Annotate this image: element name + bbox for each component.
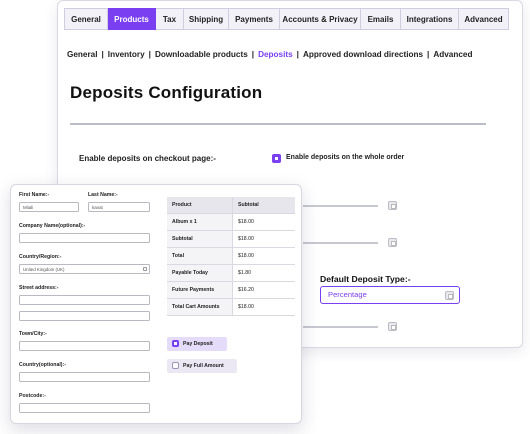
- last-name-label: Last Name:-: [88, 192, 118, 198]
- select-icon: [445, 291, 454, 300]
- pay-deposit-label: Pay Deposit: [183, 341, 213, 347]
- tab-shipping[interactable]: Shipping: [184, 8, 229, 30]
- row-label: Album x 1: [167, 213, 233, 231]
- tab-advanced[interactable]: Advanced: [459, 8, 509, 30]
- town-city-label: Town/City:-: [19, 331, 47, 337]
- order-summary-table: Product Subtotal Album x 1 $18.00 Subtot…: [167, 197, 295, 316]
- country-label: Country/Region:-: [19, 254, 62, 260]
- checkout-card: First Name:- Last Name:- Mitali kanat Co…: [10, 184, 302, 424]
- subnav-advanced[interactable]: Advanced: [433, 50, 472, 59]
- row-label: Future Payments: [167, 281, 233, 299]
- country-select[interactable]: United Kingdom (UK): [19, 264, 150, 274]
- setting-slider-1[interactable]: [303, 205, 378, 207]
- setting-slider-3[interactable]: [303, 326, 378, 328]
- table-header-row: Product Subtotal: [167, 197, 295, 214]
- street-address-label: Street address:-: [19, 285, 59, 291]
- street-address-field-2[interactable]: [19, 311, 150, 321]
- pay-deposit-button[interactable]: Pay Deposit: [167, 337, 227, 351]
- town-city-field[interactable]: [19, 341, 150, 351]
- postcode-field[interactable]: [19, 403, 150, 413]
- tab-general[interactable]: General: [64, 8, 108, 30]
- street-address-field-1[interactable]: [19, 295, 150, 305]
- enable-deposits-text: Enable deposits on the whole order: [286, 154, 405, 161]
- row-label: Total Cart Amounts: [167, 298, 233, 316]
- checkbox-checked-icon: [172, 340, 179, 347]
- setting-toggle-1[interactable]: [388, 201, 397, 210]
- tab-tax[interactable]: Tax: [156, 8, 184, 30]
- tab-products[interactable]: Products: [108, 8, 156, 30]
- country-value: United Kingdom (UK): [23, 267, 65, 272]
- setting-slider-2[interactable]: [303, 242, 378, 244]
- title-divider: [70, 123, 486, 125]
- subnav: General | Inventory | Downloadable products |…: [67, 50, 473, 59]
- setting-toggle-2[interactable]: [388, 238, 397, 247]
- main-tabs: General Products Tax Shipping Payments A…: [64, 8, 509, 30]
- enable-deposits-label: Enable deposits on checkout page:-: [79, 154, 216, 163]
- subnav-approved-download-directions[interactable]: Approved download directions: [303, 50, 423, 59]
- subnav-deposits[interactable]: Deposits: [258, 50, 293, 59]
- county-field[interactable]: [19, 372, 150, 382]
- tab-accounts-privacy[interactable]: Accounts & Privacy: [280, 8, 361, 30]
- pay-full-amount-button[interactable]: Pay Full Amount: [167, 359, 237, 373]
- row-value: $16.20: [232, 281, 295, 299]
- row-label: Subtotal: [167, 230, 233, 248]
- first-name-field[interactable]: Mitali: [19, 202, 79, 212]
- table-row: Future Payments $16.20: [167, 281, 295, 299]
- row-value: $1.80: [232, 264, 295, 282]
- row-label: Total: [167, 247, 233, 265]
- row-value: $18.00: [232, 230, 295, 248]
- postcode-label: Postcode:-: [19, 393, 46, 399]
- tab-emails[interactable]: Emails: [361, 8, 401, 30]
- last-name-field[interactable]: kanat: [88, 202, 150, 212]
- pay-full-amount-label: Pay Full Amount: [183, 363, 224, 369]
- default-deposit-type-label: Default Deposit Type:-: [320, 274, 411, 284]
- setting-toggle-3[interactable]: [388, 322, 397, 331]
- table-row: Total $18.00: [167, 247, 295, 265]
- tab-payments[interactable]: Payments: [229, 8, 280, 30]
- column-header-product: Product: [167, 197, 233, 214]
- company-name-label: Company Name(optional):-: [19, 223, 86, 229]
- subnav-general[interactable]: General: [67, 50, 98, 59]
- county-label: Country(optional):-: [19, 362, 66, 368]
- company-name-field[interactable]: [19, 233, 150, 243]
- tab-integrations[interactable]: Integrations: [401, 8, 459, 30]
- subnav-downloadable-products[interactable]: Downloadable products: [155, 50, 248, 59]
- row-value: $18.00: [232, 298, 295, 316]
- column-header-subtotal: Subtotal: [232, 197, 295, 214]
- default-deposit-type-select[interactable]: Percentage: [320, 286, 460, 304]
- first-name-label: First Name:-: [19, 192, 50, 198]
- page-title: Deposits Configuration: [70, 83, 263, 102]
- table-row: Total Cart Amounts $18.00: [167, 298, 295, 316]
- table-row: Subtotal $18.00: [167, 230, 295, 248]
- checkbox-unchecked-icon: [172, 362, 179, 369]
- deposit-type-value: Percentage: [328, 290, 367, 299]
- row-value: $18.00: [232, 213, 295, 231]
- table-row: Payable Today $1.80: [167, 264, 295, 282]
- subnav-inventory[interactable]: Inventory: [108, 50, 145, 59]
- dropdown-icon: [143, 267, 147, 271]
- row-value: $18.00: [232, 247, 295, 265]
- enable-deposits-checkbox[interactable]: [272, 154, 281, 163]
- table-row: Album x 1 $18.00: [167, 213, 295, 231]
- row-label: Payable Today: [167, 264, 233, 282]
